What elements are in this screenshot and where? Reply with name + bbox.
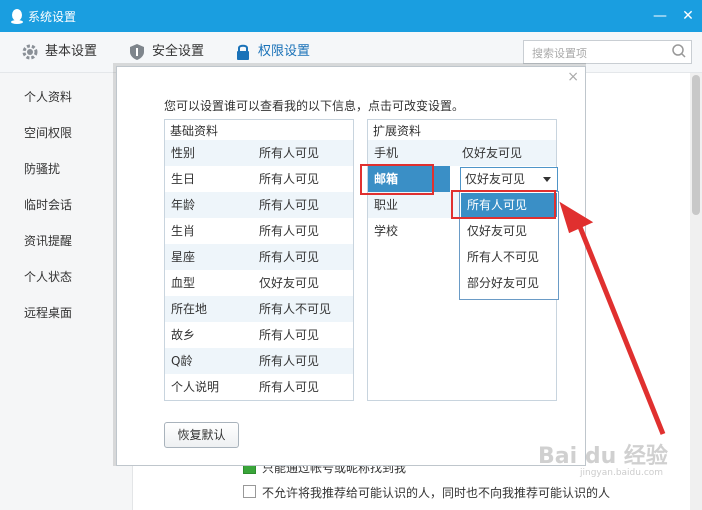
baidu-watermark-url: jingyan.baidu.com xyxy=(580,468,664,478)
baidu-watermark: Bai du 经验 xyxy=(538,444,668,469)
annotation-arrow xyxy=(559,201,666,435)
